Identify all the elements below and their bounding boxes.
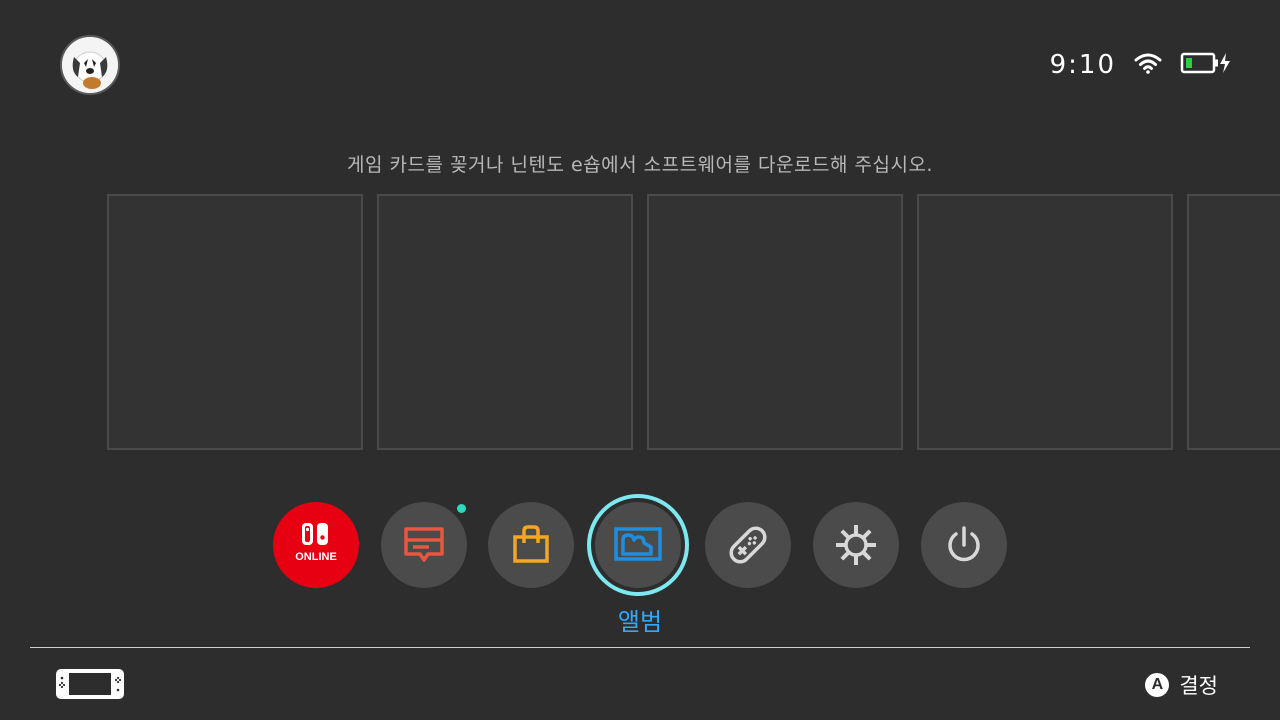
game-slot-empty[interactable] — [107, 194, 363, 450]
online-text: ONLINE — [295, 551, 337, 563]
game-slot-empty[interactable] — [647, 194, 903, 450]
eshop-button[interactable] — [488, 502, 574, 588]
clock: 9:10 — [1049, 50, 1116, 80]
gear-icon — [836, 525, 876, 565]
shopping-bag-icon — [513, 525, 549, 563]
album-icon — [614, 527, 662, 561]
game-slots — [107, 194, 1280, 450]
news-button[interactable] — [381, 502, 467, 588]
system-settings-button[interactable] — [813, 502, 899, 588]
user-avatar[interactable] — [60, 35, 120, 95]
news-notification-dot — [457, 504, 466, 513]
wifi-icon — [1134, 52, 1162, 78]
news-icon — [404, 527, 444, 562]
nintendo-switch-online-button[interactable]: ONLINE — [273, 502, 359, 588]
game-slot-empty[interactable] — [917, 194, 1173, 450]
avatar-character-icon — [62, 37, 118, 93]
confirm-action[interactable]: A 결정 — [1145, 670, 1218, 700]
controllers-button[interactable] — [705, 502, 791, 588]
a-button-icon: A — [1145, 673, 1170, 697]
game-slot-empty[interactable] — [1187, 194, 1280, 450]
footer-divider — [30, 647, 1250, 648]
switch-online-icon: ONLINE — [295, 523, 337, 563]
album-button[interactable] — [595, 502, 681, 588]
handheld-console-icon[interactable] — [55, 668, 125, 704]
power-icon — [948, 526, 980, 562]
insert-game-hint: 게임 카드를 꽂거나 닌텐도 e숍에서 소프트웨어를 다운로드해 주십시오. — [347, 154, 933, 176]
selected-item-label: 앨범 — [617, 608, 663, 636]
game-slot-empty[interactable] — [377, 194, 633, 450]
sleep-mode-button[interactable] — [921, 502, 1007, 588]
battery-charging-icon — [1180, 51, 1232, 79]
joycon-icon — [729, 526, 767, 564]
confirm-label: 결정 — [1179, 674, 1218, 698]
status-bar: 9:10 — [1050, 48, 1232, 82]
